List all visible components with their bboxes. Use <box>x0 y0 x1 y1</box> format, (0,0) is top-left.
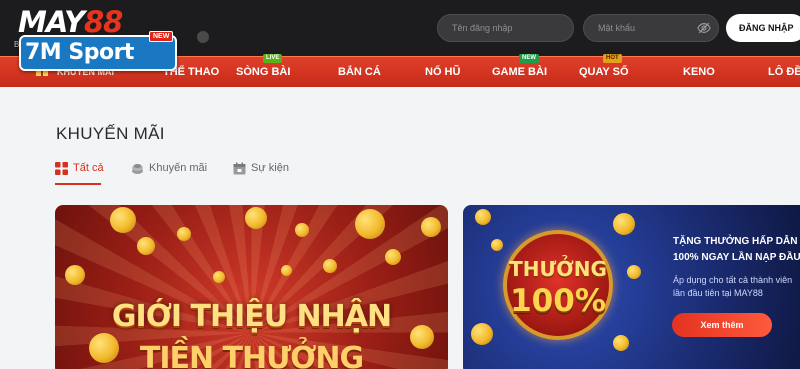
coin-decoration <box>65 265 85 285</box>
coin-decoration <box>613 335 629 351</box>
coin-decoration <box>110 207 136 233</box>
promo-card-referral[interactable]: GIỚI THIỆU NHẬN TIỀN THƯỞNG <box>55 205 448 369</box>
bonus-badge-label: THƯỞNG <box>509 257 607 281</box>
7m-sport-label: 7M Sport <box>25 40 134 65</box>
logo-decoration <box>197 31 209 43</box>
coin-decoration <box>627 265 641 279</box>
may88-logo[interactable]: MAY88 <box>18 5 123 39</box>
7m-sport-watermark: 7M Sport NEW <box>19 31 177 71</box>
tab-khuyen-mai-label: Khuyến mãi <box>149 162 208 174</box>
calendar-icon <box>233 162 246 175</box>
tab-all[interactable]: Tất cả <box>55 160 104 180</box>
eye-off-icon[interactable] <box>697 21 711 35</box>
overlay-new-badge: NEW <box>149 31 174 42</box>
live-badge: LIVE <box>263 54 283 63</box>
nav-item-ban-ca[interactable]: BẮN CÁ <box>338 57 381 88</box>
deposit-desc-line2: lần đầu tiên tại MAY88 <box>673 288 763 298</box>
tab-su-kien-label: Sự kiện <box>251 162 289 174</box>
see-more-button[interactable]: Xem thêm <box>672 313 772 337</box>
coins-icon <box>132 164 143 174</box>
nav-item-keno[interactable]: KENO <box>683 57 715 88</box>
coin-decoration <box>137 237 155 255</box>
coin-decoration <box>471 323 493 345</box>
nav-item-quay-so[interactable]: QUAY SỐ HOT <box>579 54 629 88</box>
tab-all-label: Tất cả <box>73 162 104 174</box>
login-button[interactable]: ĐĂNG NHẬP <box>726 14 800 42</box>
username-input[interactable] <box>437 14 574 42</box>
tab-khuyen-mai[interactable]: Khuyến mãi <box>131 160 207 180</box>
deposit-title-line1: TẶNG THƯỞNG HẤP DẪN <box>673 236 798 247</box>
deposit-desc-line1: Áp dụng cho tất cả thành viên <box>673 275 793 285</box>
active-tab-indicator <box>55 183 101 185</box>
coin-decoration <box>245 207 267 229</box>
promo-card-first-deposit[interactable]: THƯỞNG 100% TẶNG THƯỞNG HẤP DẪN 100% NGA… <box>463 205 800 369</box>
referral-subheading: TIỀN THƯỞNG <box>139 341 364 369</box>
grid-icon <box>55 162 68 175</box>
coin-decoration <box>491 239 503 251</box>
hot-badge: HOT <box>603 54 622 63</box>
coin-decoration <box>323 259 337 273</box>
bonus-badge-percent: 100% <box>510 283 606 319</box>
coin-decoration <box>213 271 225 283</box>
new-badge: NEW <box>519 54 539 63</box>
coin-decoration <box>295 223 309 237</box>
coin-decoration <box>421 217 441 237</box>
coin-decoration <box>475 209 491 225</box>
page-title: KHUYẾN MÃI <box>56 124 165 143</box>
nav-item-game-bai[interactable]: GAME BÀI NEW <box>492 54 547 88</box>
nav-item-no-hu[interactable]: NỔ HŨ <box>425 57 460 88</box>
referral-heading: GIỚI THIỆU NHẬN <box>111 299 392 334</box>
tab-su-kien[interactable]: Sự kiện <box>233 160 293 180</box>
coin-decoration <box>177 227 191 241</box>
deposit-title-line2: 100% NGAY LẦN NẠP ĐẦU <box>673 252 800 263</box>
coin-decoration <box>385 249 401 265</box>
nav-item-song-bai[interactable]: SÒNG BÀI LIVE <box>236 54 290 88</box>
coin-decoration <box>355 209 385 239</box>
nav-item-lo-de[interactable]: LÔ ĐỀ <box>768 57 800 88</box>
coin-decoration <box>613 213 635 235</box>
coin-decoration <box>281 265 292 276</box>
